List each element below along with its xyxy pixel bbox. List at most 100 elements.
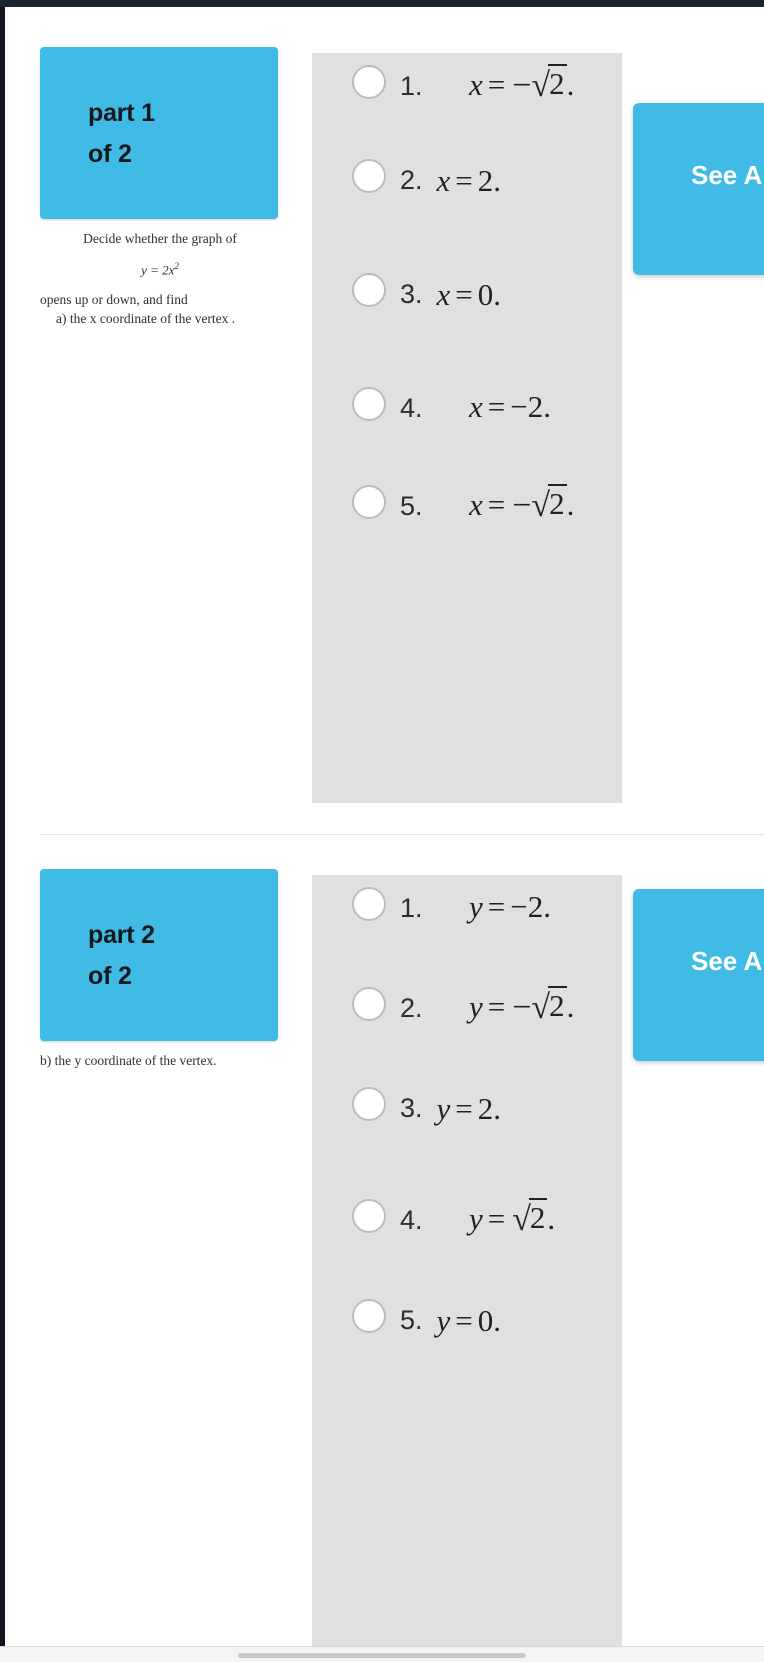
part-1-prompt-line2: opens up or down, and find [40, 292, 188, 308]
part-1-badge-line1: part 1 [88, 99, 155, 127]
part-2-option-5-math: y = 0. [437, 1299, 502, 1343]
part-2-badge-line1: part 2 [88, 921, 155, 949]
part-1-options-panel: 1. x = −√2. 2. x = 2. 3. x = 0. 4. x = −… [312, 53, 622, 803]
radio-icon[interactable] [352, 485, 386, 519]
part-2-option-5-number: 5. [400, 1305, 423, 1335]
part-2-left-column: part 2 of 2 b) the y coordinate of the v… [40, 869, 280, 1070]
part-1-prompt-line3: a) the x coordinate of the vertex . [56, 311, 236, 327]
math-var: y [468, 989, 483, 1024]
part-2-option-1-number: 1. [400, 893, 423, 923]
math-radicand: 2 [528, 1198, 548, 1235]
part-1-option-3-body: 3. x = 0. [400, 269, 501, 315]
part-2-option-4-number: 4. [400, 1205, 423, 1235]
math-period: . [493, 277, 502, 312]
math-rel: = [487, 889, 506, 924]
math-rel: = [455, 163, 473, 198]
part-1-prompt-equation: y = 2x2 [40, 257, 280, 279]
part-1-option-2-body: 2. x = 2. [400, 155, 501, 201]
radio-icon[interactable] [352, 1199, 386, 1233]
math-period: . [493, 163, 502, 198]
part-1-option-5-math: x = −√2. [427, 484, 575, 524]
part-1-prompt-line1: Decide whether the graph of [83, 231, 237, 246]
part-1-option-2-math: x = 2. [437, 159, 502, 203]
part-2-option-3[interactable]: 3. y = 2. [312, 1083, 622, 1143]
status-bar [0, 0, 764, 7]
part-1-option-3[interactable]: 3. x = 0. [312, 269, 622, 329]
part-1-badge: part 1 of 2 [40, 47, 278, 219]
radio-icon[interactable] [352, 987, 386, 1021]
math-value: −2 [510, 889, 544, 924]
radio-icon[interactable] [352, 387, 386, 421]
part-1-option-2[interactable]: 2. x = 2. [312, 155, 622, 215]
part-2-option-3-math: y = 2. [437, 1087, 502, 1131]
math-period: . [566, 989, 575, 1024]
part-1-option-1-number: 1. [400, 71, 423, 101]
part-1-prompt: Decide whether the graph of y = 2x2 open… [40, 229, 280, 328]
question-part-2: part 2 of 2 b) the y coordinate of the v… [5, 869, 764, 1655]
part-1-see-answer-button[interactable]: See Answer [633, 103, 764, 275]
radio-icon[interactable] [352, 1299, 386, 1333]
part-1-option-3-number: 3. [400, 279, 423, 309]
home-indicator[interactable] [238, 1653, 526, 1658]
part-2-option-2[interactable]: 2. y = −√2. [312, 983, 622, 1043]
math-rel: = [487, 487, 506, 522]
part-1-option-3-math: x = 0. [437, 273, 502, 317]
part-2-option-3-body: 3. y = 2. [400, 1083, 501, 1129]
math-radicand: 2 [548, 484, 567, 521]
math-rel: = [487, 1201, 506, 1236]
part-2-option-1[interactable]: 1. y = −2. [312, 883, 622, 943]
part-1-option-1-math: x = −√2. [427, 64, 575, 104]
part-2-option-1-math: y = −2. [427, 889, 551, 924]
part-2-see-answer-button[interactable]: See Answer [633, 889, 764, 1061]
math-rel: = [487, 989, 506, 1024]
math-period: . [566, 67, 575, 102]
math-var: x [468, 67, 483, 102]
math-value: 2 [477, 1091, 494, 1126]
math-var: x [468, 389, 483, 424]
math-var: x [436, 163, 451, 198]
part-1-option-2-number: 2. [400, 165, 423, 195]
question-part-1: part 1 of 2 Decide whether the graph of … [5, 47, 764, 807]
part-1-option-4-number: 4. [400, 393, 423, 423]
math-radicand: 2 [548, 986, 567, 1023]
part-2-options-panel: 1. y = −2. 2. y = −√2. 3. y = 2. 4. y = … [312, 875, 622, 1655]
part-1-option-1[interactable]: 1. x = −√2. [312, 61, 622, 121]
part-2-option-4-math: y = √2. [427, 1198, 555, 1238]
math-var: y [468, 889, 483, 924]
part-1-option-4[interactable]: 4. x = −2. [312, 383, 622, 443]
math-rel: = [487, 389, 506, 424]
math-value: 2 [477, 163, 494, 198]
part-2-option-1-body: 1. y = −2. [400, 883, 551, 929]
part-1-option-5[interactable]: 5. x = −√2. [312, 481, 622, 541]
sqrt-icon: √2 [512, 1198, 548, 1238]
math-period: . [493, 1091, 502, 1126]
part-2-option-5[interactable]: 5. y = 0. [312, 1295, 622, 1355]
radio-icon[interactable] [352, 887, 386, 921]
part-1-equation-body: y = 2x [141, 262, 175, 278]
part-2-badge-line2: of 2 [88, 962, 132, 990]
part-2-option-2-math: y = −√2. [427, 986, 575, 1026]
math-var: y [468, 1201, 483, 1236]
section-divider [40, 834, 764, 835]
math-rel: = [455, 1303, 473, 1338]
sqrt-icon: −√2 [512, 986, 567, 1026]
sqrt-icon: −√2 [512, 484, 567, 524]
radio-icon[interactable] [352, 1087, 386, 1121]
part-2-option-4[interactable]: 4. y = √2. [312, 1195, 622, 1255]
math-period: . [543, 889, 551, 924]
radio-icon[interactable] [352, 65, 386, 99]
part-1-option-5-number: 5. [400, 491, 423, 521]
radio-icon[interactable] [352, 273, 386, 307]
math-rel: = [455, 277, 473, 312]
math-var: y [436, 1091, 451, 1126]
math-rel: = [487, 67, 506, 102]
part-1-option-4-body: 4. x = −2. [400, 383, 551, 429]
part-2-option-5-body: 5. y = 0. [400, 1295, 501, 1341]
math-value: −2 [510, 389, 544, 424]
math-period: . [493, 1303, 502, 1338]
radio-icon[interactable] [352, 159, 386, 193]
part-2-option-3-number: 3. [400, 1093, 423, 1123]
part-2-option-4-body: 4. y = √2. [400, 1195, 555, 1241]
math-var: x [468, 487, 483, 522]
math-period: . [566, 487, 575, 522]
